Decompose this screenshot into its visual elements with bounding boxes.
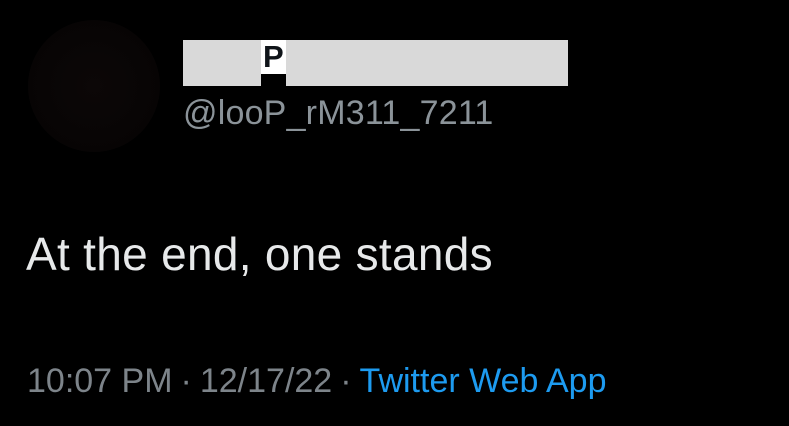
display-name-visible: P	[261, 39, 286, 74]
name-redaction-right	[285, 40, 568, 86]
source-app-link[interactable]: Twitter Web App	[360, 362, 607, 400]
tweet-card: P @looP_rM311_7211 At the end, one stand…	[0, 0, 789, 426]
tweet-text: At the end, one stands	[26, 228, 493, 280]
tweet-date[interactable]: 12/17/22	[200, 362, 332, 400]
meta-separator: ·	[340, 362, 352, 400]
meta-separator: ·	[180, 362, 192, 400]
tweet-meta: 10:07 PM · 12/17/22 · Twitter Web App	[27, 360, 606, 402]
avatar[interactable]	[28, 20, 160, 152]
tweet-time[interactable]: 10:07 PM	[27, 362, 173, 400]
user-handle[interactable]: @looP_rM311_7211	[183, 93, 494, 133]
display-name[interactable]: P	[183, 40, 568, 86]
name-redaction-left	[183, 40, 261, 86]
